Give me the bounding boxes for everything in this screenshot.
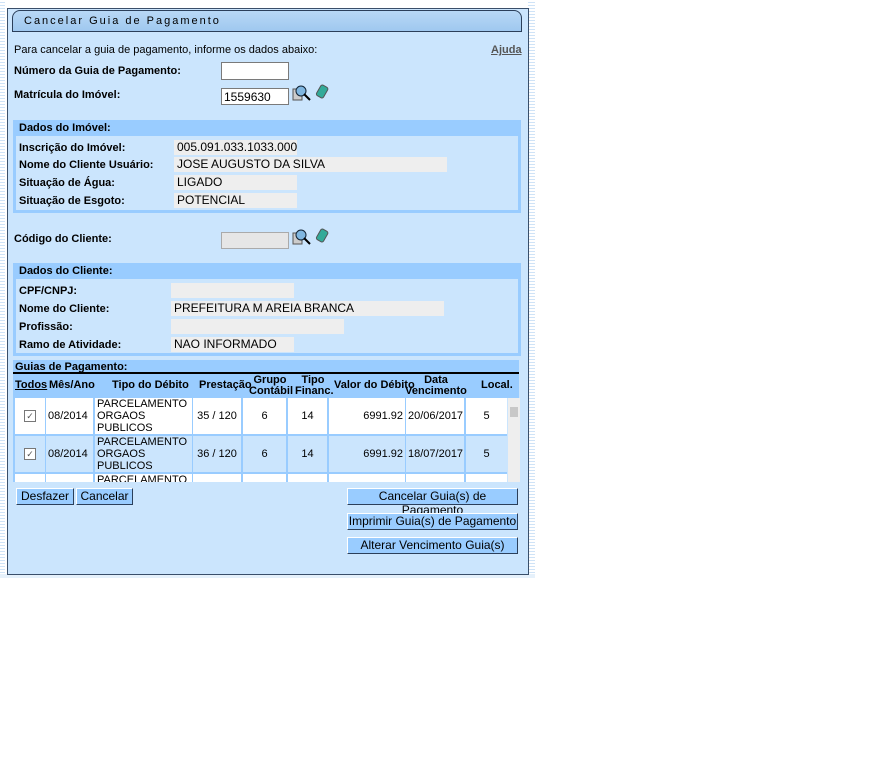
cell-mes: 08/2014 (46, 436, 93, 472)
situacao-agua-value: LIGADO (174, 175, 297, 190)
profissao-label: Profissão: (19, 321, 73, 333)
nome-usuario-value: JOSE AUGUSTO DA SILVA (174, 157, 447, 172)
help-link[interactable]: Ajuda (491, 44, 522, 56)
cell-venc (406, 474, 464, 482)
imovel-header: Dados do Imóvel: (16, 120, 518, 136)
ramo-label: Ramo de Atividade: (19, 339, 122, 351)
desfazer-button[interactable]: Desfazer (16, 488, 74, 505)
matricula-label: Matrícula do Imóvel: (14, 89, 121, 101)
profissao-value (171, 319, 344, 334)
cancelar-button[interactable]: Cancelar (76, 488, 133, 505)
col-prestacao: Prestação (199, 379, 252, 391)
imprimir-guias-button[interactable]: Imprimir Guia(s) de Pagamento (347, 513, 518, 530)
row-checkbox-cell: ✓ (15, 436, 45, 472)
row-checkbox-cell: ✓ (15, 398, 45, 434)
cell-financ: 14 (288, 436, 327, 472)
cell-prest: 36 / 120 (193, 436, 241, 472)
cpf-label: CPF/CNPJ: (19, 285, 78, 297)
cell-venc: 18/07/2017 (406, 436, 464, 472)
situacao-esgoto-label: Situação de Esgoto: (19, 195, 125, 207)
cell-grupo: 6 (243, 398, 286, 434)
codigo-cliente-input[interactable] (221, 232, 289, 249)
situacao-agua-label: Situação de Água: (19, 177, 115, 189)
cell-prest (193, 474, 241, 482)
eraser-icon[interactable] (315, 84, 331, 100)
row-checkbox[interactable]: ✓ (24, 448, 36, 460)
cell-financ: 14 (288, 398, 327, 434)
cell-tipo: PARCELAMENTO ORGAOS PUBLICOS (95, 398, 192, 434)
table-row: ✓ 08/2014 PARCELAMENTO ORGAOS PUBLICOS 36 /… (13, 436, 507, 474)
col-data-vencimento: Data Vencimento (405, 374, 467, 397)
cell-valor (329, 474, 405, 482)
ramo-value: NAO INFORMADO (171, 337, 294, 352)
col-valor-debito: Valor do Débito (334, 379, 415, 391)
cancelar-guias-button[interactable]: Cancelar Guia(s) de Pagamento (347, 488, 518, 517)
search-icon[interactable] (292, 228, 312, 246)
row-checkbox-cell (15, 474, 45, 482)
cell-tipo: PARCELAMENTO (95, 474, 192, 482)
eraser-icon[interactable] (315, 228, 331, 244)
cell-local: 5 (466, 436, 507, 472)
instruction-text: Para cancelar a guia de pagamento, infor… (14, 44, 318, 56)
scrollbar-thumb[interactable] (510, 407, 518, 417)
nome-cliente-value: PREFEITURA M AREIA BRANCA (171, 301, 444, 316)
select-all-link[interactable]: Todos (15, 380, 47, 391)
table-row: PARCELAMENTO (13, 474, 507, 482)
cliente-header: Dados do Cliente: (16, 263, 518, 279)
page-title: Cancelar Guia de Pagamento (24, 15, 221, 27)
matricula-input[interactable]: 1559630 (221, 88, 289, 105)
inscricao-label: Inscrição do Imóvel: (19, 142, 126, 154)
cell-valor: 6991.92 (329, 398, 405, 434)
page-border (0, 0, 5, 578)
cell-grupo: 6 (243, 436, 286, 472)
table-scrollbar[interactable] (508, 398, 520, 482)
search-icon[interactable] (292, 84, 312, 102)
guias-table: ✓ 08/2014 PARCELAMENTO ORGAOS PUBLICOS 35 /… (13, 398, 507, 482)
codigo-cliente-label: Código do Cliente: (14, 233, 112, 245)
page-border (528, 0, 535, 578)
alterar-vencimento-button[interactable]: Alterar Vencimento Guia(s) (347, 537, 518, 554)
cell-local: 5 (466, 398, 507, 434)
cell-prest: 35 / 120 (193, 398, 241, 434)
col-grupo-contabil: Grupo Contábil (249, 374, 293, 397)
cell-valor: 6991.92 (329, 436, 405, 472)
col-local: Local. (481, 379, 513, 391)
title-bar: Cancelar Guia de Pagamento (12, 10, 522, 32)
col-mes-ano: Mês/Ano (49, 379, 95, 391)
cell-mes: 08/2014 (46, 398, 93, 434)
cpf-value (171, 283, 294, 298)
cell-local (466, 474, 507, 482)
cell-mes (46, 474, 93, 482)
cell-tipo: PARCELAMENTO ORGAOS PUBLICOS (95, 436, 192, 472)
col-tipo-financ: Tipo Financ. (295, 374, 334, 397)
situacao-esgoto-value: POTENCIAL (174, 193, 297, 208)
cell-venc: 20/06/2017 (406, 398, 464, 434)
cell-financ (288, 474, 327, 482)
inscricao-value: 005.091.033.1033.000 (174, 140, 297, 155)
row-checkbox[interactable]: ✓ (24, 410, 36, 422)
numero-guia-label: Número da Guia de Pagamento: (14, 65, 181, 77)
table-row: ✓ 08/2014 PARCELAMENTO ORGAOS PUBLICOS 35 /… (13, 398, 507, 436)
col-tipo-debito: Tipo do Débito (112, 379, 189, 391)
nome-usuario-label: Nome do Cliente Usuário: (19, 159, 154, 171)
nome-cliente-label: Nome do Cliente: (19, 303, 110, 315)
numero-guia-input[interactable] (221, 62, 289, 80)
cell-grupo (243, 474, 286, 482)
